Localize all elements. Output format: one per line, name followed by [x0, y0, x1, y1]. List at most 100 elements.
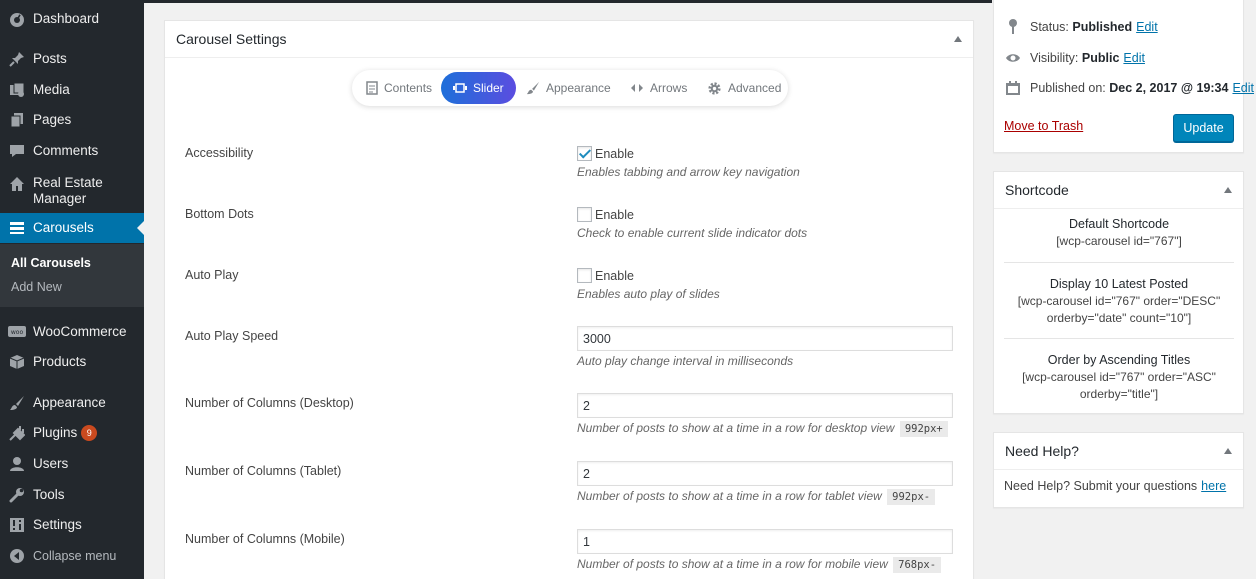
box-icon [8, 353, 26, 371]
shortcode-code[interactable]: [wcp-carousel id="767" order="ASC" [1004, 369, 1234, 386]
menu-woocommerce[interactable]: woo WooCommerce [0, 317, 144, 347]
tab-advanced[interactable]: Advanced [707, 72, 781, 104]
menu-label: Collapse menu [33, 549, 117, 563]
menu-label: Plugins [33, 424, 78, 440]
menu-carousels[interactable]: Carousels [0, 213, 144, 243]
accessibility-checkbox-wrap[interactable]: Enable [577, 145, 634, 162]
brush-icon [526, 81, 540, 95]
tab-slider[interactable]: Slider [441, 72, 516, 104]
gear-icon [707, 81, 722, 96]
bottom-dots-checkbox[interactable] [577, 207, 592, 223]
menu-products[interactable]: Products [0, 347, 144, 377]
menu-real-estate-manager[interactable]: Real Estate Manager [0, 170, 144, 214]
auto-play-checkbox-wrap[interactable]: Enable [577, 267, 634, 284]
box-title: Need Help? [1005, 443, 1079, 459]
breakpoint-code: 992px+ [899, 421, 948, 437]
eye-icon [1004, 52, 1022, 64]
update-button[interactable]: Update [1173, 114, 1234, 142]
submenu-add-new[interactable]: Add New [11, 280, 62, 294]
field-desc-wrap: Number of posts to show at a time in a r… [577, 489, 936, 505]
collapse-arrow-icon[interactable] [954, 36, 962, 42]
menu-settings[interactable]: Settings [0, 510, 144, 540]
tab-label: Appearance [546, 81, 611, 95]
menu-label-wrap: Plugins 9 [33, 424, 98, 442]
auto-play-checkbox[interactable] [577, 268, 592, 284]
home-icon [8, 175, 26, 193]
edit-visibility-link[interactable]: Edit [1123, 51, 1145, 65]
need-help-text: Need Help? Submit your questions here [1004, 479, 1226, 493]
menu-pages[interactable]: Pages [0, 105, 144, 135]
menu-label: Users [33, 456, 69, 471]
edit-status-link[interactable]: Edit [1136, 20, 1158, 34]
need-help-box: Need Help? Need Help? Submit your questi… [993, 432, 1244, 508]
document-icon [366, 81, 378, 95]
dashboard-icon [8, 10, 26, 28]
shortcode-code[interactable]: [wcp-carousel id="767" order="DESC" [1004, 293, 1234, 310]
tab-contents[interactable]: Contents [366, 72, 432, 104]
menu-users[interactable]: Users [0, 449, 144, 479]
field-label-columns-desktop: Number of Columns (Desktop) [185, 396, 354, 410]
shortcode-code-cont[interactable]: orderby="date" count="10"] [1004, 310, 1234, 327]
field-desc: Number of posts to show at a time in a r… [577, 557, 888, 571]
media-icon [8, 81, 26, 99]
shortcode-box: Shortcode Default Shortcode [wcp-carouse… [993, 171, 1244, 414]
menu-label: WooCommerce [33, 324, 127, 339]
field-label-accessibility: Accessibility [185, 146, 254, 160]
woo-icon: woo [8, 323, 26, 341]
shortcode-code-cont[interactable]: orderby="title"] [1004, 386, 1234, 403]
settings-icon [8, 516, 26, 534]
shortcode-title: Display 10 Latest Posted [1049, 277, 1189, 291]
columns-desktop-input[interactable]: 2 [577, 393, 953, 418]
collapse-arrow-icon[interactable] [1224, 187, 1232, 193]
shortcode-code[interactable]: [wcp-carousel id="767"] [1004, 233, 1234, 250]
field-desc-wrap: Number of posts to show at a time in a r… [577, 557, 942, 573]
menu-dashboard[interactable]: Dashboard [0, 4, 144, 34]
box-title: Carousel Settings [176, 31, 287, 47]
collapse-icon [8, 547, 26, 565]
shortcode-header[interactable]: Shortcode [994, 172, 1243, 209]
shortcode-block-latest: Display 10 Latest Posted [wcp-carousel i… [1004, 276, 1234, 327]
menu-posts[interactable]: Posts [0, 44, 144, 74]
carousel-settings-header[interactable]: Carousel Settings [165, 21, 973, 58]
tab-appearance[interactable]: Appearance [526, 72, 611, 104]
menu-comments[interactable]: Comments [0, 136, 144, 166]
help-link[interactable]: here [1201, 479, 1226, 493]
tab-arrows[interactable]: Arrows [630, 72, 687, 104]
published-label: Published on: [1030, 81, 1106, 95]
auto-play-speed-input[interactable]: 3000 [577, 326, 953, 351]
field-label-columns-mobile: Number of Columns (Mobile) [185, 532, 345, 546]
visibility-value: Public [1081, 51, 1120, 65]
columns-tablet-input[interactable]: 2 [577, 461, 953, 486]
collapse-menu-button[interactable]: Collapse menu [0, 541, 144, 571]
menu-appearance[interactable]: Appearance [0, 388, 144, 418]
field-label-auto-play: Auto Play [185, 268, 239, 282]
collapse-arrow-icon[interactable] [1224, 448, 1232, 454]
submenu-all-carousels[interactable]: All Carousels [11, 256, 91, 270]
edit-date-link[interactable]: Edit [1232, 81, 1254, 95]
published-value: Dec 2, 2017 @ 19:34 [1109, 81, 1229, 95]
wrench-icon [8, 486, 26, 504]
bottom-dots-checkbox-wrap[interactable]: Enable [577, 206, 634, 223]
checkbox-label: Enable [595, 207, 634, 222]
menu-label: Products [33, 354, 87, 369]
publish-visibility-row: Visibility: Public Edit [1004, 51, 1145, 65]
menu-label: Pages [33, 112, 72, 127]
menu-media[interactable]: Media [0, 75, 144, 105]
status-label: Status: [1030, 20, 1069, 34]
menu-label: Dashboard [33, 11, 100, 26]
admin-menu: Dashboard Posts Media Pages Comments Rea… [0, 0, 144, 579]
divider [1004, 338, 1234, 339]
menu-tools[interactable]: Tools [0, 480, 144, 510]
need-help-header[interactable]: Need Help? [994, 433, 1243, 470]
menu-label: Comments [33, 143, 99, 158]
move-to-trash-link[interactable]: Move to Trash [1004, 119, 1083, 133]
menu-plugins[interactable]: Plugins 9 [0, 418, 144, 448]
divider [1004, 262, 1234, 263]
tab-label: Arrows [650, 81, 688, 95]
admin-bar-edge [144, 0, 992, 3]
carousel-settings-box: Carousel Settings Contents Slider Appear… [164, 20, 974, 579]
checkbox-label: Enable [595, 268, 634, 283]
plug-icon [8, 424, 26, 442]
columns-mobile-input[interactable]: 1 [577, 529, 953, 554]
accessibility-checkbox[interactable] [577, 146, 592, 162]
